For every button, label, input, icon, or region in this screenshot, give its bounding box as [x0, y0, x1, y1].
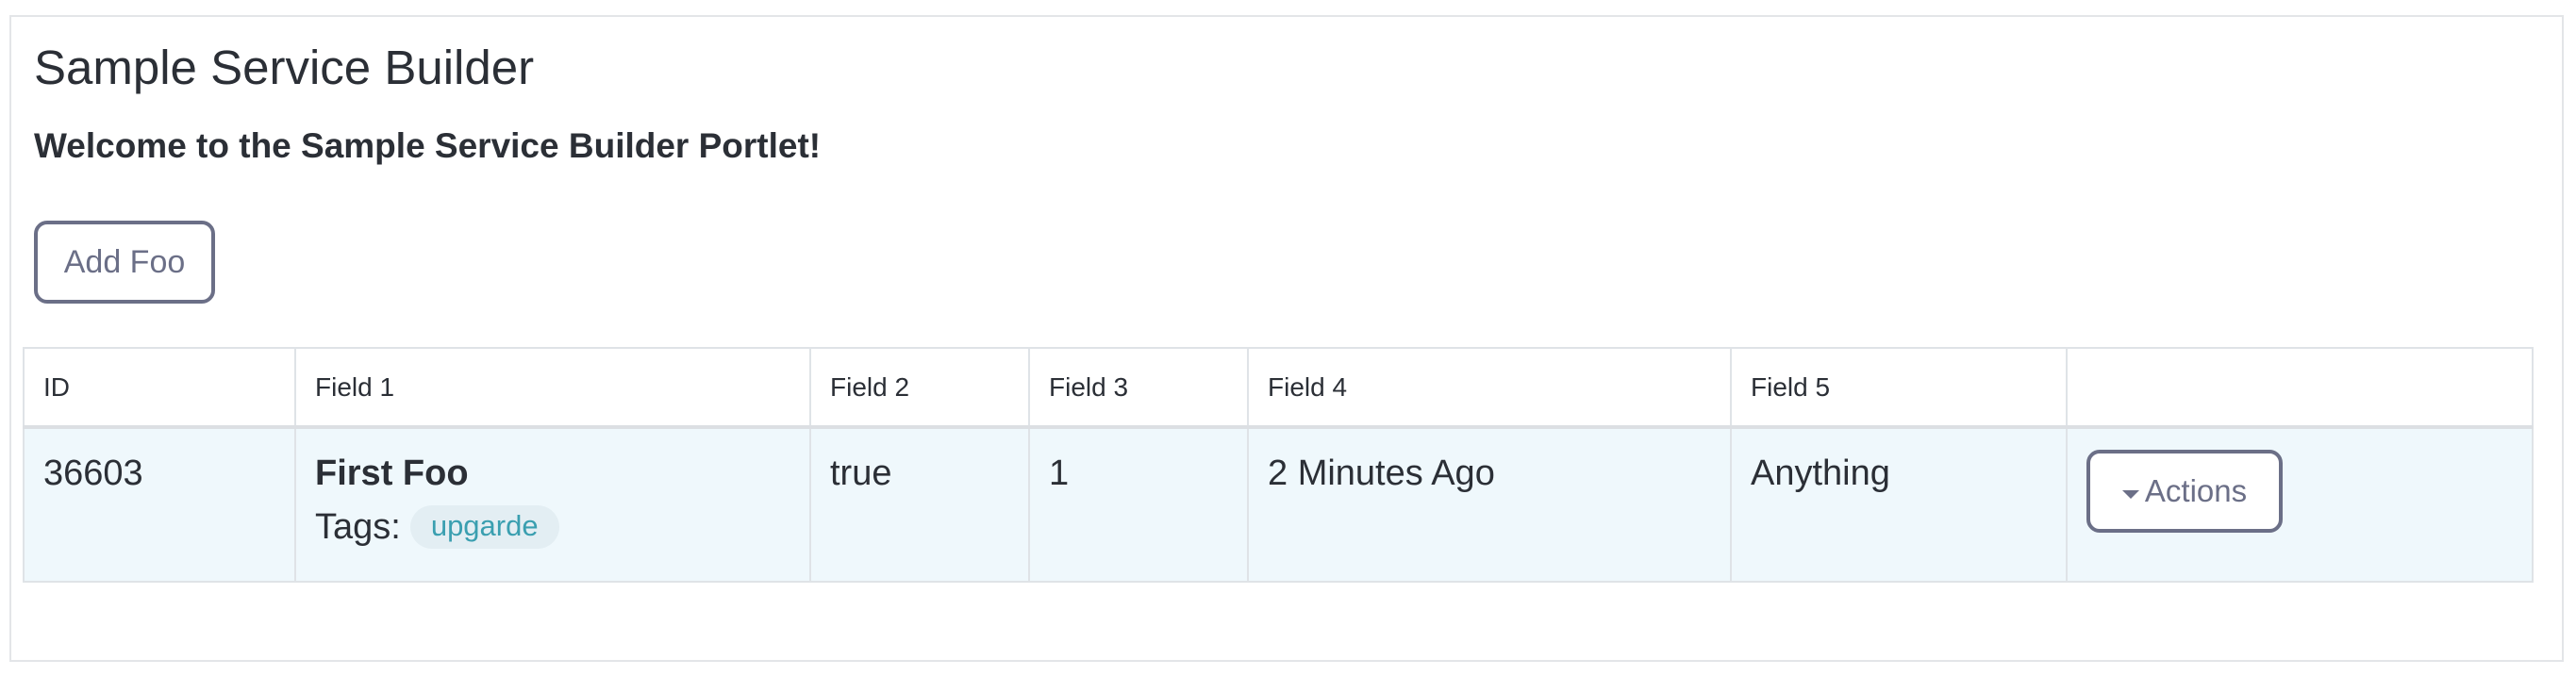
caret-down-icon: [2121, 489, 2139, 499]
column-header-field4[interactable]: Field 4: [1247, 347, 1732, 429]
table-header-row: ID Field 1 Field 2 Field 3 Field 4 Field…: [23, 347, 2534, 429]
portlet-title: Sample Service Builder: [34, 41, 535, 94]
cell-actions: Actions: [2066, 426, 2534, 583]
column-header-id[interactable]: ID: [23, 347, 296, 429]
column-header-field2[interactable]: Field 2: [809, 347, 1030, 429]
tags-row: Tags: upgarde: [315, 505, 790, 549]
tag-pill[interactable]: upgarde: [409, 505, 559, 549]
welcome-message: Welcome to the Sample Service Builder Po…: [34, 126, 822, 165]
cell-field2: true: [809, 426, 1030, 583]
actions-dropdown-button[interactable]: Actions: [2086, 450, 2283, 533]
cell-field3: 1: [1028, 426, 1249, 583]
cell-field1: First Foo Tags: upgarde: [294, 426, 811, 583]
column-header-field1[interactable]: Field 1: [294, 347, 811, 429]
cell-id: 36603: [23, 426, 296, 583]
tags-label: Tags:: [315, 506, 401, 547]
column-header-field3[interactable]: Field 3: [1028, 347, 1249, 429]
cell-field5: Anything: [1730, 426, 2068, 583]
actions-label: Actions: [2144, 473, 2248, 508]
column-header-field5[interactable]: Field 5: [1730, 347, 2068, 429]
add-foo-button[interactable]: Add Foo: [34, 221, 215, 304]
cell-field4: 2 Minutes Ago: [1247, 426, 1732, 583]
foo-name: First Foo: [315, 453, 469, 493]
table-row: 36603 First Foo Tags: upgarde true 1 2 M…: [23, 426, 2534, 583]
column-header-actions: [2066, 347, 2534, 429]
foo-results-table: ID Field 1 Field 2 Field 3 Field 4 Field…: [23, 347, 2534, 583]
